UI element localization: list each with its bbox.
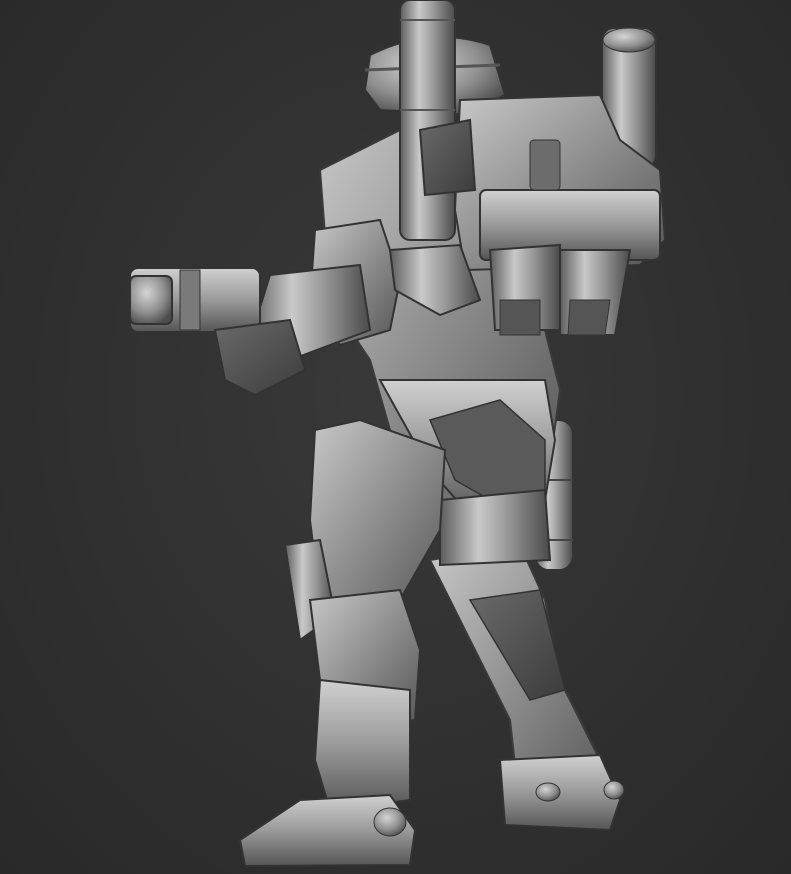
- front-leg: [238, 418, 447, 868]
- jetpack: [388, 0, 667, 336]
- rear-leg: [428, 543, 625, 832]
- sculpt-viewport: [0, 0, 791, 874]
- armored-soldier-sculpt: [129, 0, 667, 868]
- arm-and-blaster: [129, 218, 402, 397]
